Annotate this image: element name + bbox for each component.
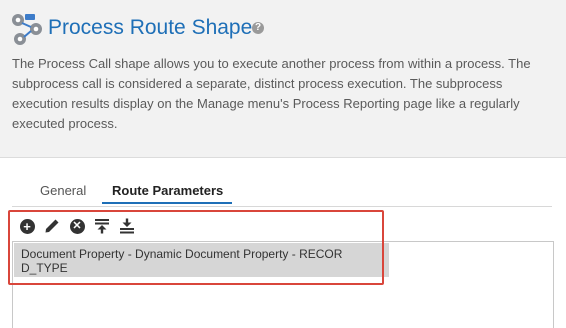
edit-button[interactable] bbox=[43, 217, 61, 235]
tab-general[interactable]: General bbox=[40, 183, 86, 198]
parameters-toolbar: + ✕ bbox=[18, 217, 143, 235]
page-description: The Process Call shape allows you to exe… bbox=[12, 56, 531, 131]
process-gears-icon bbox=[12, 14, 42, 45]
header-panel: Process Route Shape ? The Process Call s… bbox=[0, 0, 566, 158]
remove-button[interactable]: ✕ bbox=[68, 217, 86, 235]
move-to-top-icon bbox=[95, 219, 109, 234]
help-icon[interactable]: ? bbox=[252, 22, 264, 34]
move-to-bottom-button[interactable] bbox=[118, 217, 136, 235]
tabs-divider bbox=[12, 206, 552, 207]
edit-pencil-icon bbox=[45, 219, 59, 233]
route-parameters-list: Document Property - Dynamic Document Pro… bbox=[12, 241, 554, 328]
page-title: Process Route Shape bbox=[48, 16, 253, 39]
remove-icon: ✕ bbox=[69, 218, 85, 234]
add-button[interactable]: + bbox=[18, 217, 36, 235]
add-icon: + bbox=[19, 218, 35, 234]
move-to-top-button[interactable] bbox=[93, 217, 111, 235]
tab-route-parameters[interactable]: Route Parameters bbox=[112, 183, 223, 198]
active-tab-indicator bbox=[102, 202, 232, 204]
list-item[interactable]: Document Property - Dynamic Document Pro… bbox=[14, 243, 389, 277]
move-to-bottom-icon bbox=[120, 218, 134, 234]
list-item-label: Document Property - Dynamic Document Pro… bbox=[21, 247, 343, 275]
header-divider bbox=[0, 157, 566, 158]
